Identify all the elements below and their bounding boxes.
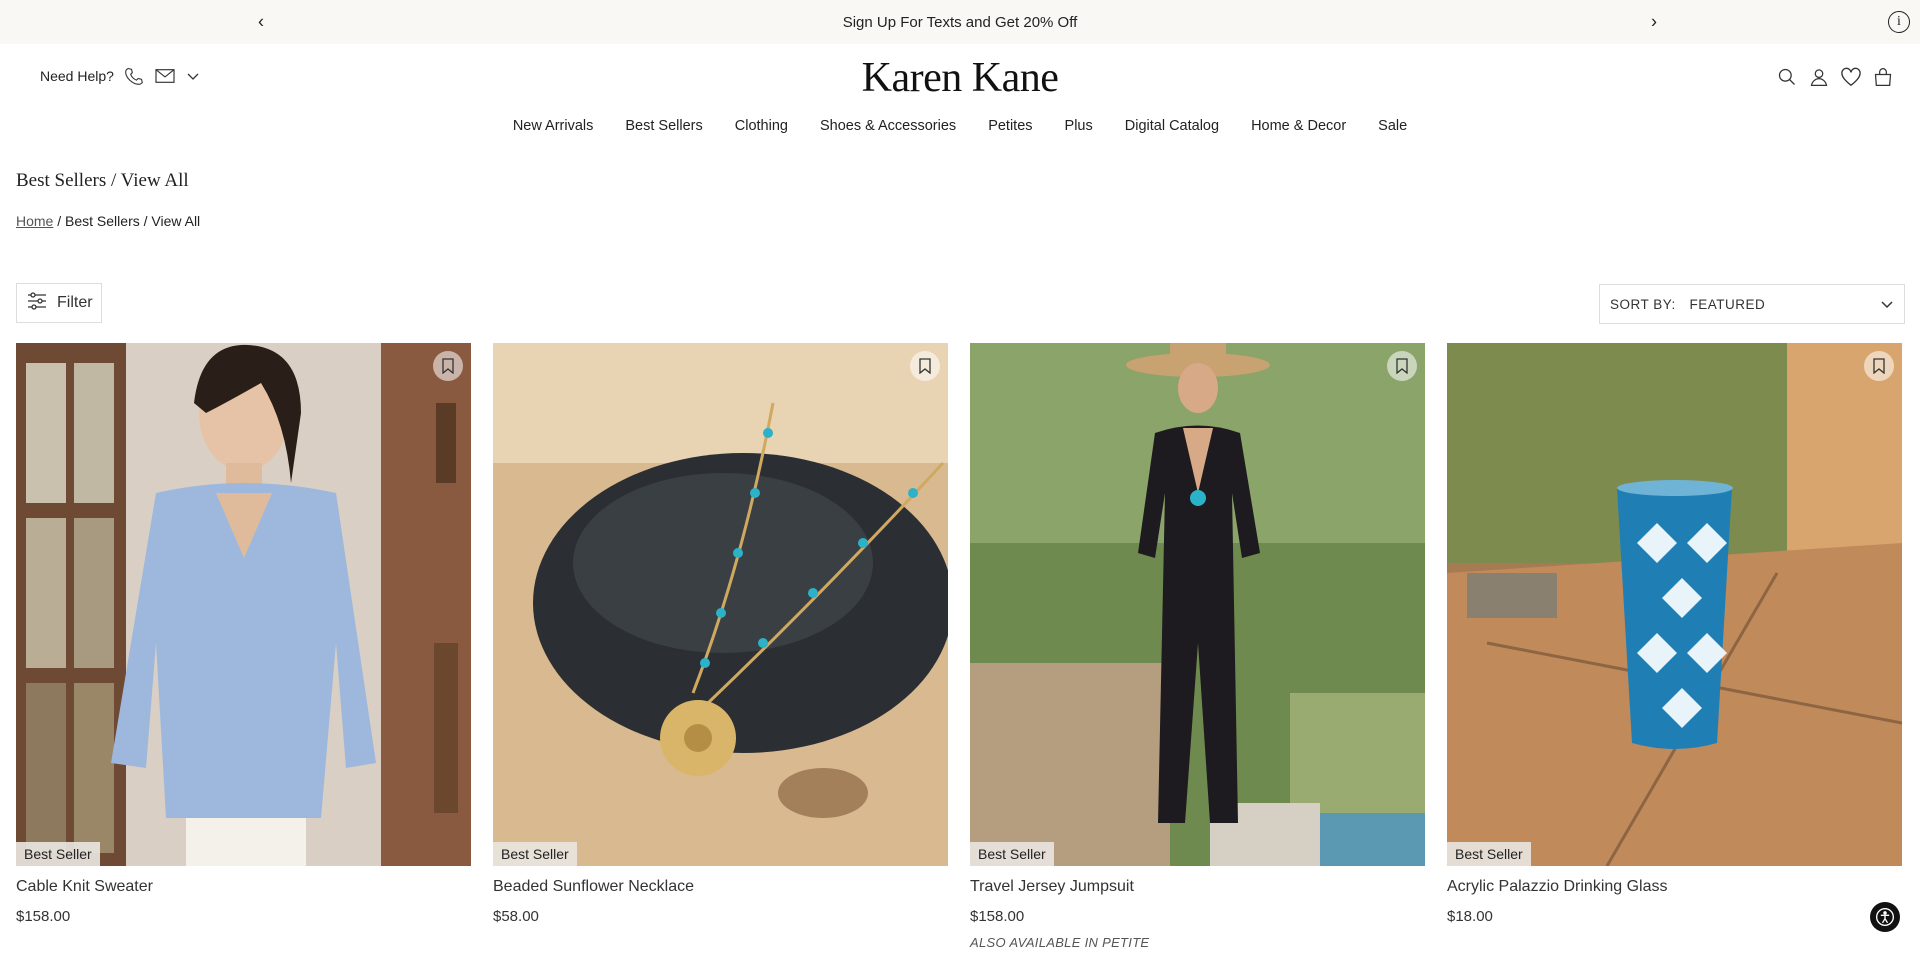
nav-plus[interactable]: Plus	[1065, 118, 1093, 134]
product-image[interactable]: Best Seller	[16, 343, 471, 866]
bag-icon[interactable]	[1872, 66, 1894, 88]
product-price: $158.00	[970, 908, 1025, 925]
heart-icon[interactable]	[1840, 66, 1862, 88]
info-icon[interactable]: i	[1888, 11, 1910, 33]
nav-shoes-accessories[interactable]: Shoes & Accessories	[820, 118, 956, 134]
mail-icon[interactable]	[154, 67, 176, 85]
bookmark-icon[interactable]	[1864, 351, 1894, 381]
product-grid: Best Seller Cable Knit Sweater $158.00 B…	[16, 343, 1902, 950]
sort-value: FEATURED	[1689, 296, 1766, 312]
site-header: Need Help? Karen Kane	[0, 44, 1920, 108]
best-seller-badge: Best Seller	[16, 842, 100, 866]
chevron-down-icon[interactable]	[186, 71, 200, 81]
brand-logo[interactable]: Karen Kane	[862, 54, 1059, 102]
page-title: Best Sellers / View All	[16, 170, 189, 191]
accessibility-icon[interactable]	[1870, 902, 1900, 932]
nav-home-decor[interactable]: Home & Decor	[1251, 118, 1346, 134]
announcement-bar: ‹ Sign Up For Texts and Get 20% Off › i	[0, 0, 1920, 44]
nav-petites[interactable]: Petites	[988, 118, 1032, 134]
product-image[interactable]: Best Seller	[493, 343, 948, 866]
nav-sale[interactable]: Sale	[1378, 118, 1407, 134]
prev-announcement-button[interactable]: ‹	[258, 12, 264, 33]
sliders-icon	[27, 291, 47, 315]
product-image[interactable]: Best Seller	[970, 343, 1425, 866]
product-price: $18.00	[1447, 908, 1493, 925]
phone-icon[interactable]	[124, 66, 144, 86]
header-icons	[1776, 66, 1894, 88]
search-icon[interactable]	[1776, 66, 1798, 88]
bookmark-icon[interactable]	[910, 351, 940, 381]
product-price: $158.00	[16, 908, 71, 925]
best-seller-badge: Best Seller	[970, 842, 1054, 866]
filter-label: Filter	[57, 294, 93, 311]
product-card[interactable]: Best Seller Cable Knit Sweater $158.00	[16, 343, 471, 950]
next-announcement-button[interactable]: ›	[1651, 12, 1657, 33]
product-name[interactable]: Travel Jersey Jumpsuit	[970, 878, 1425, 896]
breadcrumb-home-link[interactable]: Home	[16, 213, 53, 229]
best-seller-badge: Best Seller	[1447, 842, 1531, 866]
product-card[interactable]: Best Seller Travel Jersey Jumpsuit $158.…	[970, 343, 1425, 950]
product-card[interactable]: Best Seller Beaded Sunflower Necklace $5…	[493, 343, 948, 950]
product-name[interactable]: Cable Knit Sweater	[16, 878, 471, 896]
product-image[interactable]: Best Seller	[1447, 343, 1902, 866]
breadcrumb: Home / Best Sellers / View All	[16, 213, 200, 229]
product-name[interactable]: Acrylic Palazzio Drinking Glass	[1447, 878, 1902, 896]
nav-clothing[interactable]: Clothing	[735, 118, 788, 134]
need-help-label: Need Help?	[40, 68, 114, 84]
main-nav: New Arrivals Best Sellers Clothing Shoes…	[0, 108, 1920, 144]
need-help[interactable]: Need Help?	[40, 66, 200, 86]
bookmark-icon[interactable]	[1387, 351, 1417, 381]
breadcrumb-current: / Best Sellers / View All	[53, 213, 201, 229]
nav-best-sellers[interactable]: Best Sellers	[625, 118, 702, 134]
product-price: $58.00	[493, 908, 539, 925]
sort-label: SORT BY:	[1610, 296, 1676, 312]
petite-availability-note[interactable]: ALSO AVAILABLE IN PETITE	[970, 935, 1425, 950]
nav-digital-catalog[interactable]: Digital Catalog	[1125, 118, 1219, 134]
sort-select[interactable]: SORT BY: FEATURED	[1599, 284, 1905, 324]
account-icon[interactable]	[1808, 66, 1830, 88]
chevron-down-icon	[1880, 297, 1894, 312]
best-seller-badge: Best Seller	[493, 842, 577, 866]
product-name[interactable]: Beaded Sunflower Necklace	[493, 878, 948, 896]
nav-new-arrivals[interactable]: New Arrivals	[513, 118, 594, 134]
bookmark-icon[interactable]	[433, 351, 463, 381]
product-card[interactable]: Best Seller Acrylic Palazzio Drinking Gl…	[1447, 343, 1902, 950]
announcement-message[interactable]: Sign Up For Texts and Get 20% Off	[843, 14, 1078, 31]
filter-button[interactable]: Filter	[16, 283, 102, 323]
